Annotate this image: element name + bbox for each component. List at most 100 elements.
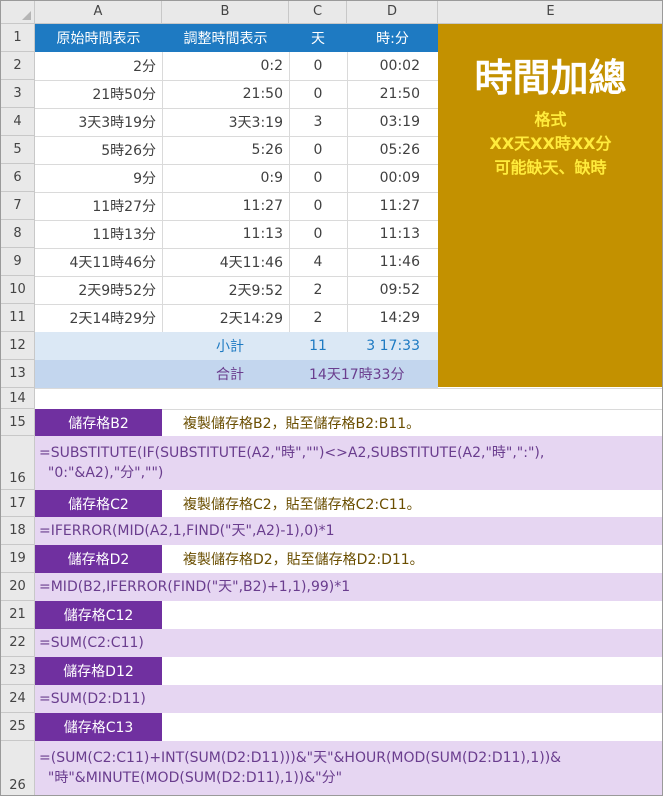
- section-note-c2: 複製儲存格C2，貼至儲存格C2:C11。: [183, 496, 421, 513]
- table-cell[interactable]: 0: [289, 220, 347, 248]
- table-cell[interactable]: 11:13: [347, 220, 438, 248]
- column-header-d[interactable]: D: [347, 1, 438, 24]
- table-cell[interactable]: 14:29: [347, 304, 438, 332]
- section-label-d2[interactable]: 儲存格D2: [35, 545, 162, 573]
- row-header[interactable]: 1: [1, 24, 35, 52]
- formula-text-d12: =SUM(D2:D11): [39, 691, 146, 707]
- table-cell[interactable]: 5:26: [162, 136, 289, 164]
- header-hour-minute[interactable]: 時:分: [347, 24, 438, 52]
- section-label-c13[interactable]: 儲存格C13: [35, 713, 162, 741]
- row-header[interactable]: 25: [1, 713, 35, 741]
- table-cell[interactable]: 2天9時52分: [35, 276, 162, 304]
- table-cell[interactable]: 5時26分: [35, 136, 162, 164]
- table-cell[interactable]: 0: [289, 192, 347, 220]
- table-cell[interactable]: 05:26: [347, 136, 438, 164]
- row-header[interactable]: 2: [1, 52, 35, 80]
- row-header[interactable]: 9: [1, 248, 35, 276]
- select-all-corner[interactable]: [1, 1, 35, 24]
- table-cell[interactable]: 11時13分: [35, 220, 162, 248]
- table-cell[interactable]: 2: [289, 304, 347, 332]
- section-note-b2: 複製儲存格B2，貼至儲存格B2:B11。: [183, 415, 421, 432]
- subtotal-label[interactable]: 小計: [162, 332, 289, 360]
- spreadsheet: A B C D E 1 2 3 4 5 6 7 8 9 10 11 12 13 …: [0, 0, 663, 796]
- column-header-e[interactable]: E: [438, 1, 662, 24]
- table-cell[interactable]: 00:02: [347, 52, 438, 80]
- table-cell[interactable]: 2天14時29分: [35, 304, 162, 332]
- total-label[interactable]: 合計: [162, 360, 289, 388]
- row-header[interactable]: 12: [1, 332, 35, 360]
- section-note-d2: 複製儲存格D2，貼至儲存格D2:D11。: [183, 552, 424, 568]
- row-header[interactable]: 22: [1, 629, 35, 657]
- panel-line-pattern: XX天XX時XX分: [489, 134, 612, 153]
- column-header-c[interactable]: C: [289, 1, 347, 24]
- table-cell[interactable]: 0: [289, 136, 347, 164]
- row-header[interactable]: 19: [1, 545, 35, 573]
- row-header[interactable]: 13: [1, 360, 35, 388]
- table-cell[interactable]: 3: [289, 108, 347, 136]
- formula-text-b2: =SUBSTITUTE(IF(SUBSTITUTE(A2,"時","")<>A2…: [39, 445, 545, 481]
- section-label-c12[interactable]: 儲存格C12: [35, 601, 162, 629]
- subtotal-days[interactable]: 11: [289, 332, 347, 360]
- column-header-a[interactable]: A: [35, 1, 162, 24]
- row-header[interactable]: 20: [1, 573, 35, 601]
- row-header[interactable]: 24: [1, 685, 35, 713]
- row-header[interactable]: 17: [1, 490, 35, 517]
- row-header[interactable]: 15: [1, 409, 35, 436]
- header-adjusted-time[interactable]: 調整時間表示: [162, 24, 289, 52]
- table-cell[interactable]: 4: [289, 248, 347, 276]
- table-cell[interactable]: 4天11:46: [162, 248, 289, 276]
- table-cell[interactable]: 21:50: [162, 80, 289, 108]
- table-cell[interactable]: 9分: [35, 164, 162, 192]
- header-original-time[interactable]: 原始時間表示: [35, 24, 162, 52]
- formula-text-c13: =(SUM(C2:C11)+INT(SUM(D2:D11)))&"天"&HOUR…: [39, 750, 562, 786]
- table-cell[interactable]: 11:13: [162, 220, 289, 248]
- table-cell[interactable]: 0:2: [162, 52, 289, 80]
- row-header[interactable]: 11: [1, 304, 35, 332]
- table-cell[interactable]: 0:9: [162, 164, 289, 192]
- table-cell[interactable]: 11時27分: [35, 192, 162, 220]
- row-header[interactable]: 26: [1, 741, 35, 795]
- table-cell[interactable]: 11:27: [347, 192, 438, 220]
- table-cell[interactable]: 2: [289, 276, 347, 304]
- table-cell[interactable]: 11:46: [347, 248, 438, 276]
- header-days[interactable]: 天: [289, 24, 347, 52]
- row-header[interactable]: 21: [1, 601, 35, 629]
- row-header[interactable]: 14: [1, 388, 35, 409]
- table-cell[interactable]: 4天11時46分: [35, 248, 162, 276]
- row-header[interactable]: 6: [1, 164, 35, 192]
- row-header[interactable]: 7: [1, 192, 35, 220]
- table-cell[interactable]: 00:09: [347, 164, 438, 192]
- row-header[interactable]: 18: [1, 517, 35, 545]
- table-cell[interactable]: 2天14:29: [162, 304, 289, 332]
- section-label-b2[interactable]: 儲存格B2: [35, 409, 162, 436]
- table-cell[interactable]: 3天3:19: [162, 108, 289, 136]
- formula-text-c12: =SUM(C2:C11): [39, 635, 144, 651]
- section-label-d12[interactable]: 儲存格D12: [35, 657, 162, 685]
- table-cell[interactable]: 0: [289, 164, 347, 192]
- row-header[interactable]: 16: [1, 436, 35, 490]
- table-cell[interactable]: 11:27: [162, 192, 289, 220]
- section-label-c2[interactable]: 儲存格C2: [35, 490, 162, 517]
- table-cell[interactable]: 03:19: [347, 108, 438, 136]
- panel-title: 時間加總: [474, 56, 627, 100]
- row-header[interactable]: 23: [1, 657, 35, 685]
- table-cell[interactable]: 0: [289, 52, 347, 80]
- total-value[interactable]: 14天17時33分: [309, 360, 438, 388]
- row-header[interactable]: 4: [1, 108, 35, 136]
- panel-line-format: 格式: [534, 110, 567, 129]
- table-cell[interactable]: 2分: [35, 52, 162, 80]
- table-cell[interactable]: 21時50分: [35, 80, 162, 108]
- formula-text-c2: =IFERROR(MID(A2,1,FIND("天",A2)-1),0)*1: [39, 523, 335, 539]
- table-cell[interactable]: 2天9:52: [162, 276, 289, 304]
- table-cell[interactable]: 09:52: [347, 276, 438, 304]
- row-header[interactable]: 3: [1, 80, 35, 108]
- subtotal-time[interactable]: 3 17:33: [347, 332, 438, 360]
- panel-line-note: 可能缺天、缺時: [494, 158, 607, 177]
- table-cell[interactable]: 3天3時19分: [35, 108, 162, 136]
- table-cell[interactable]: 0: [289, 80, 347, 108]
- row-header[interactable]: 10: [1, 276, 35, 304]
- row-header[interactable]: 5: [1, 136, 35, 164]
- column-header-b[interactable]: B: [162, 1, 289, 24]
- table-cell[interactable]: 21:50: [347, 80, 438, 108]
- row-header[interactable]: 8: [1, 220, 35, 248]
